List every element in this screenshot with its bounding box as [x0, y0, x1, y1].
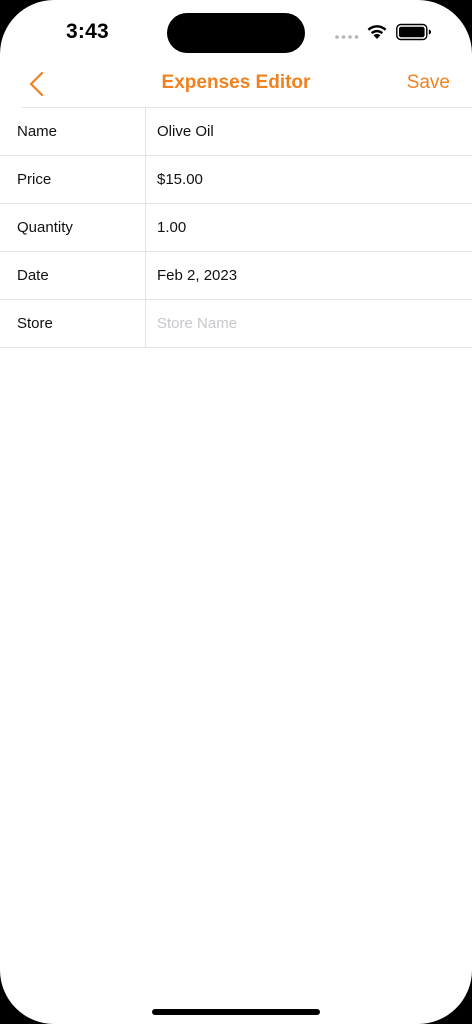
expenses-editor-screen: 3:43 Expenses Editor Save Name Price — [0, 0, 472, 1024]
date-label: Date — [17, 267, 49, 284]
save-button[interactable]: Save — [407, 72, 450, 94]
form-row-name: Name — [17, 107, 472, 155]
cellular-signal-icon — [335, 35, 359, 39]
page-title: Expenses Editor — [161, 72, 311, 93]
form-row-store: Store — [0, 299, 472, 347]
wifi-icon — [367, 25, 387, 39]
quantity-field[interactable] — [157, 219, 447, 236]
store-field[interactable] — [157, 315, 447, 332]
date-field[interactable] — [157, 267, 447, 284]
expense-form: Name Price Quantity Date Store — [0, 107, 472, 348]
price-label: Price — [17, 171, 52, 188]
column-divider — [145, 203, 146, 251]
dynamic-island — [167, 13, 305, 53]
column-divider — [145, 251, 146, 299]
home-indicator[interactable] — [152, 1009, 320, 1015]
form-row-quantity: Quantity — [0, 203, 472, 251]
name-field[interactable] — [157, 123, 447, 140]
battery-icon — [396, 23, 431, 41]
form-row-price: Price — [0, 155, 472, 203]
quantity-label: Quantity — [17, 219, 73, 236]
column-divider — [145, 299, 146, 347]
price-field[interactable] — [157, 171, 447, 188]
column-divider — [145, 107, 146, 155]
form-bottom-separator — [0, 347, 472, 348]
form-row-date: Date — [0, 251, 472, 299]
status-time: 3:43 — [66, 20, 109, 43]
store-label: Store — [17, 315, 53, 332]
column-divider — [145, 155, 146, 203]
name-label: Name — [17, 123, 58, 140]
